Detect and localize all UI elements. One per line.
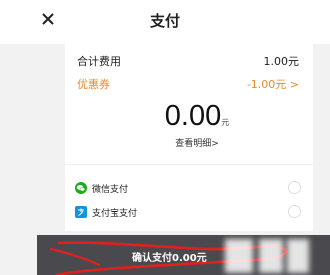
- wechat-pay-icon: [75, 182, 87, 194]
- blur-block: [259, 239, 283, 273]
- total-value: 1.00元: [263, 55, 300, 68]
- blur-block: [287, 239, 309, 273]
- amount-unit: 元: [221, 118, 230, 127]
- blur-block: [225, 239, 253, 273]
- amount-display: 0.00元: [65, 100, 313, 136]
- wechat-pay-radio[interactable]: [288, 181, 301, 194]
- wechat-pay-label: 微信支付: [92, 185, 129, 195]
- payment-card: 合计费用 1.00元 优惠券 -1.00元 > 0.00元 查看明细> 微信支付…: [65, 44, 313, 231]
- amount-value: 0.00: [164, 100, 222, 132]
- alipay-radio[interactable]: [288, 205, 301, 218]
- total-label: 合计费用: [77, 55, 121, 68]
- divider: [65, 164, 313, 165]
- confirm-pay-button[interactable]: 确认支付0.00元: [37, 235, 330, 275]
- payment-option-wechat[interactable]: 微信支付: [75, 179, 301, 199]
- top-bar: 支付: [0, 0, 330, 44]
- coupon-label: 优惠券: [77, 78, 110, 91]
- alipay-label: 支付宝支付: [92, 209, 138, 219]
- view-details-link[interactable]: 查看明细>: [65, 136, 313, 149]
- coupon-value[interactable]: -1.00元 >: [247, 76, 299, 92]
- payment-option-alipay[interactable]: 支付宝支付: [75, 203, 301, 223]
- alipay-icon: [75, 206, 87, 218]
- page-title: 支付: [149, 12, 180, 30]
- confirm-pay-label: 确认支付0.00元: [132, 253, 207, 264]
